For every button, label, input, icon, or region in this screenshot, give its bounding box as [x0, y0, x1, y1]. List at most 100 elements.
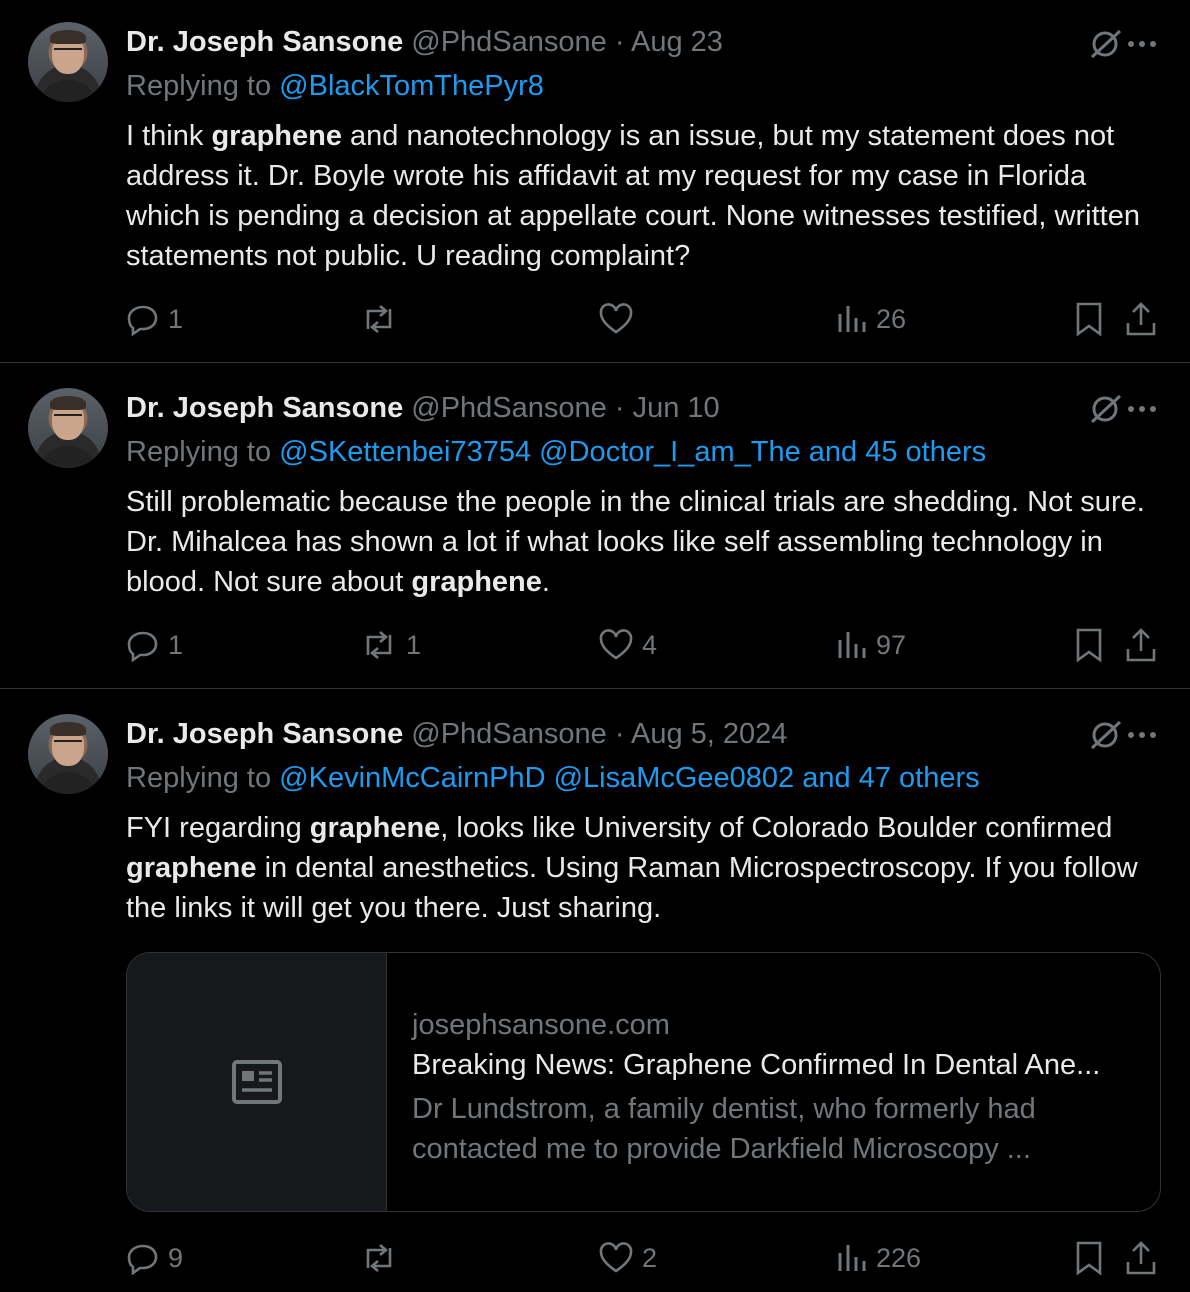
grok-icon[interactable] [1088, 718, 1124, 752]
tweet-actions: 1 1 4 97 [0, 625, 1190, 665]
views-button[interactable]: 26 [836, 299, 906, 339]
repost-button[interactable] [360, 1238, 406, 1278]
highlight-term: graphene [411, 566, 542, 598]
replying-to: Replying to @SKettenbei73754 @Doctor_I_a… [126, 436, 986, 469]
like-icon [599, 1242, 633, 1273]
avatar[interactable] [28, 22, 108, 102]
reply-icon [127, 305, 158, 336]
reply-icon [127, 631, 158, 662]
like-count: 2 [642, 1242, 658, 1273]
avatar[interactable] [28, 714, 108, 794]
grok-icon[interactable] [1088, 392, 1124, 426]
tweet-date[interactable]: Jun 10 [633, 392, 720, 424]
separator: · [614, 718, 625, 750]
tweet-actions: 1 26 [0, 299, 1190, 339]
replying-to: Replying to @BlackTomThePyr8 [126, 70, 544, 103]
repost-count: 1 [406, 629, 422, 660]
like-count: 4 [642, 629, 658, 660]
share-button[interactable] [1124, 299, 1158, 339]
reply-count: 1 [168, 303, 184, 334]
reply-icon [127, 1244, 158, 1275]
tweet-text: FYI regarding graphene, looks like Unive… [126, 812, 1138, 924]
grok-icon[interactable] [1088, 27, 1124, 61]
like-button[interactable]: 4 [598, 625, 657, 665]
tweet[interactable]: Dr. Joseph Sansone @PhdSansone · Jun 10 … [0, 363, 1190, 688]
reply-mentions[interactable]: @KevinMcCairnPhD @LisaMcGee0802 and 47 o… [279, 762, 979, 794]
bookmark-button[interactable] [1074, 1238, 1104, 1278]
views-icon [838, 632, 866, 658]
more-icon[interactable] [1126, 718, 1158, 752]
reply-mentions[interactable]: @SKettenbei73754 @Doctor_I_am_The and 45… [279, 436, 986, 468]
like-button[interactable]: 2 [598, 1238, 657, 1278]
bookmark-icon [1076, 302, 1102, 337]
share-icon [1126, 302, 1156, 336]
reply-button[interactable]: 1 [126, 299, 183, 339]
repost-icon [366, 305, 392, 333]
reply-count: 9 [168, 1242, 184, 1273]
tweet-text: I think graphene and nanotechnology is a… [126, 120, 1140, 272]
highlight-term: graphene [126, 852, 257, 884]
share-icon [1126, 1241, 1156, 1275]
tweet-header: Dr. Joseph Sansone @PhdSansone · Aug 5, … [126, 718, 787, 751]
author-name[interactable]: Dr. Joseph Sansone [126, 26, 403, 58]
card-thumbnail [127, 953, 387, 1211]
author-name[interactable]: Dr. Joseph Sansone [126, 718, 403, 750]
repost-button[interactable] [360, 299, 406, 339]
tweet-top-actions [1088, 27, 1160, 61]
like-icon [599, 629, 633, 660]
author-handle[interactable]: @PhdSansone [411, 26, 607, 58]
more-icon[interactable] [1126, 27, 1158, 61]
share-button[interactable] [1124, 625, 1158, 665]
highlight-term: graphene [211, 120, 342, 152]
replying-label: Replying to [126, 70, 272, 102]
replying-label: Replying to [126, 762, 272, 794]
card-description: Dr Lundstrom, a family dentist, who form… [412, 1093, 1036, 1165]
repost-button[interactable]: 1 [360, 625, 421, 665]
bookmark-button[interactable] [1074, 299, 1104, 339]
tweet-header: Dr. Joseph Sansone @PhdSansone · Jun 10 [126, 392, 720, 425]
like-button[interactable] [598, 299, 642, 339]
share-icon [1126, 628, 1156, 662]
reply-button[interactable]: 9 [126, 1238, 183, 1278]
author-handle[interactable]: @PhdSansone [411, 392, 607, 424]
views-button[interactable]: 97 [836, 625, 906, 665]
highlight-term: graphene [309, 812, 441, 844]
tweet-date[interactable]: Aug 5, 2024 [631, 718, 787, 750]
card-domain: josephsansone.com [412, 1009, 670, 1041]
article-icon [232, 1060, 282, 1104]
views-button[interactable]: 226 [836, 1238, 921, 1278]
tweet-text: Still problematic because the people in … [126, 486, 1145, 598]
bookmark-icon [1076, 628, 1102, 663]
divider [0, 688, 1190, 689]
author-handle[interactable]: @PhdSansone [411, 718, 607, 750]
more-icon[interactable] [1126, 392, 1158, 426]
share-button[interactable] [1124, 1238, 1158, 1278]
views-icon [838, 306, 866, 332]
replying-label: Replying to [126, 436, 272, 468]
tweet-header: Dr. Joseph Sansone @PhdSansone · Aug 23 [126, 26, 723, 59]
view-count: 26 [876, 303, 907, 334]
repost-icon [366, 631, 392, 659]
view-count: 226 [876, 1242, 922, 1273]
views-icon [838, 1245, 866, 1271]
card-title: Breaking News: Graphene Confirmed In Den… [412, 1049, 1101, 1081]
repost-icon [366, 1244, 392, 1272]
reply-count: 1 [168, 629, 184, 660]
tweet-actions: 9 2 226 [0, 1238, 1190, 1278]
separator: · [614, 392, 625, 424]
tweet-top-actions [1088, 718, 1160, 752]
reply-button[interactable]: 1 [126, 625, 183, 665]
separator: · [614, 26, 625, 58]
avatar[interactable] [28, 388, 108, 468]
bookmark-button[interactable] [1074, 625, 1104, 665]
bookmark-icon [1076, 1241, 1102, 1276]
author-name[interactable]: Dr. Joseph Sansone [126, 392, 403, 424]
tweet-date[interactable]: Aug 23 [631, 26, 723, 58]
view-count: 97 [876, 629, 907, 660]
tweet-top-actions [1088, 392, 1160, 426]
link-card[interactable]: josephsansone.com Breaking News: Graphen… [126, 952, 1161, 1212]
replying-to: Replying to @KevinMcCairnPhD @LisaMcGee0… [126, 762, 980, 795]
reply-mentions[interactable]: @BlackTomThePyr8 [279, 70, 544, 102]
like-icon [599, 303, 633, 334]
tweet[interactable]: Dr. Joseph Sansone @PhdSansone · Aug 23 … [0, 0, 1190, 362]
